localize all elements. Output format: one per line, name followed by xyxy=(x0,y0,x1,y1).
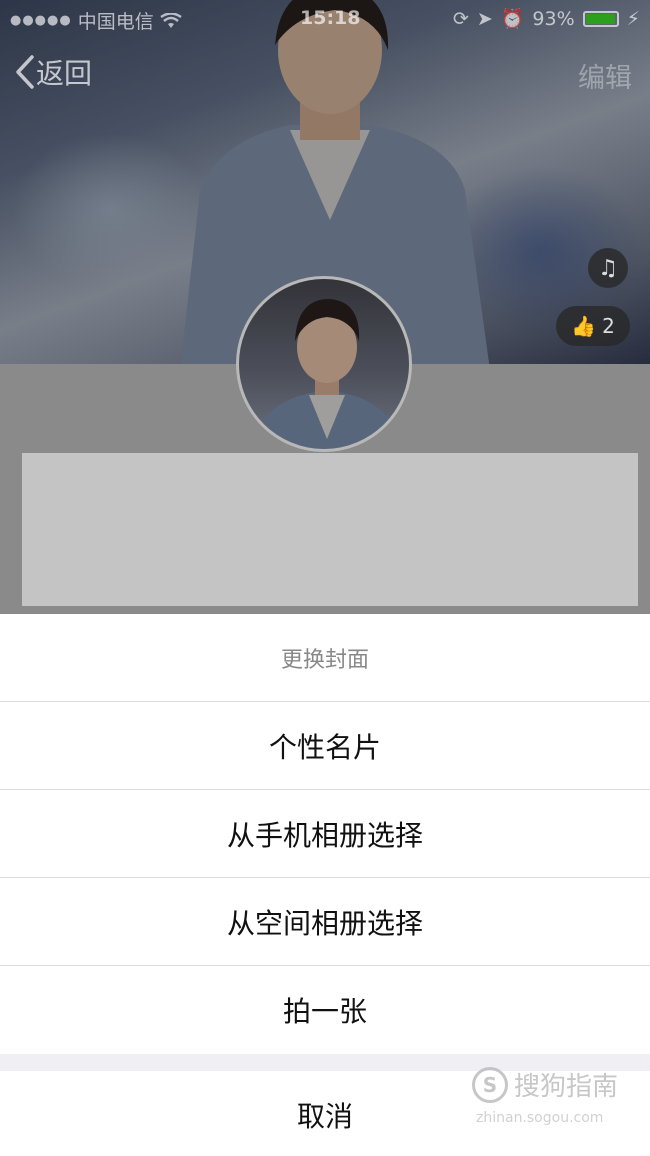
back-button[interactable]: 返回 xyxy=(14,52,92,92)
battery-percent: 93% xyxy=(532,7,575,30)
edit-button[interactable]: 编辑 xyxy=(578,56,632,95)
avatar[interactable] xyxy=(236,276,412,452)
profile-info-block xyxy=(22,453,638,606)
status-right: ⟳ ➤ ⏰ 93% ⚡ xyxy=(452,7,640,31)
like-button[interactable]: 👍 2 xyxy=(556,306,630,346)
back-label: 返回 xyxy=(36,57,93,90)
charging-icon: ⚡ xyxy=(626,7,640,30)
location-icon: ➤ xyxy=(476,7,493,30)
action-take-photo[interactable]: 拍一张 xyxy=(0,966,650,1054)
carrier-label: 中国电信 xyxy=(77,11,154,33)
action-sheet-title: 更换封面 xyxy=(0,614,650,702)
chevron-left-icon xyxy=(16,55,34,89)
action-sheet-group: 更换封面 个性名片 从手机相册选择 从空间相册选择 拍一张 xyxy=(0,614,650,1054)
watermark-text: 搜狗指南 xyxy=(514,1072,619,1102)
thumbs-up-icon: 👍 xyxy=(571,314,597,338)
watermark-url: zhinan.sogou.com xyxy=(476,1110,604,1126)
status-time: 15:18 xyxy=(300,7,361,29)
like-count: 2 xyxy=(602,314,615,338)
battery-icon xyxy=(582,10,619,27)
signal-icon: ●●●●● xyxy=(10,13,72,28)
music-button[interactable]: ♫ xyxy=(588,248,628,288)
status-left: ●●●●● 中国电信 xyxy=(10,7,182,34)
status-bar: ●●●●● 中国电信 15:18 ⟳ ➤ ⏰ 93% ⚡ xyxy=(0,0,650,38)
avatar-dim-overlay xyxy=(239,279,409,449)
music-note-icon: ♫ xyxy=(598,255,618,281)
battery-fill xyxy=(585,13,616,24)
rotation-lock-icon: ⟳ xyxy=(452,7,469,30)
action-personal-card[interactable]: 个性名片 xyxy=(0,702,650,790)
wifi-icon xyxy=(160,12,182,28)
sogou-logo-icon: S xyxy=(472,1066,508,1103)
action-choose-phone-album[interactable]: 从手机相册选择 xyxy=(0,790,650,878)
alarm-icon: ⏰ xyxy=(500,8,525,30)
watermark: S 搜狗指南 xyxy=(472,1066,618,1103)
action-choose-space-album[interactable]: 从空间相册选择 xyxy=(0,878,650,966)
